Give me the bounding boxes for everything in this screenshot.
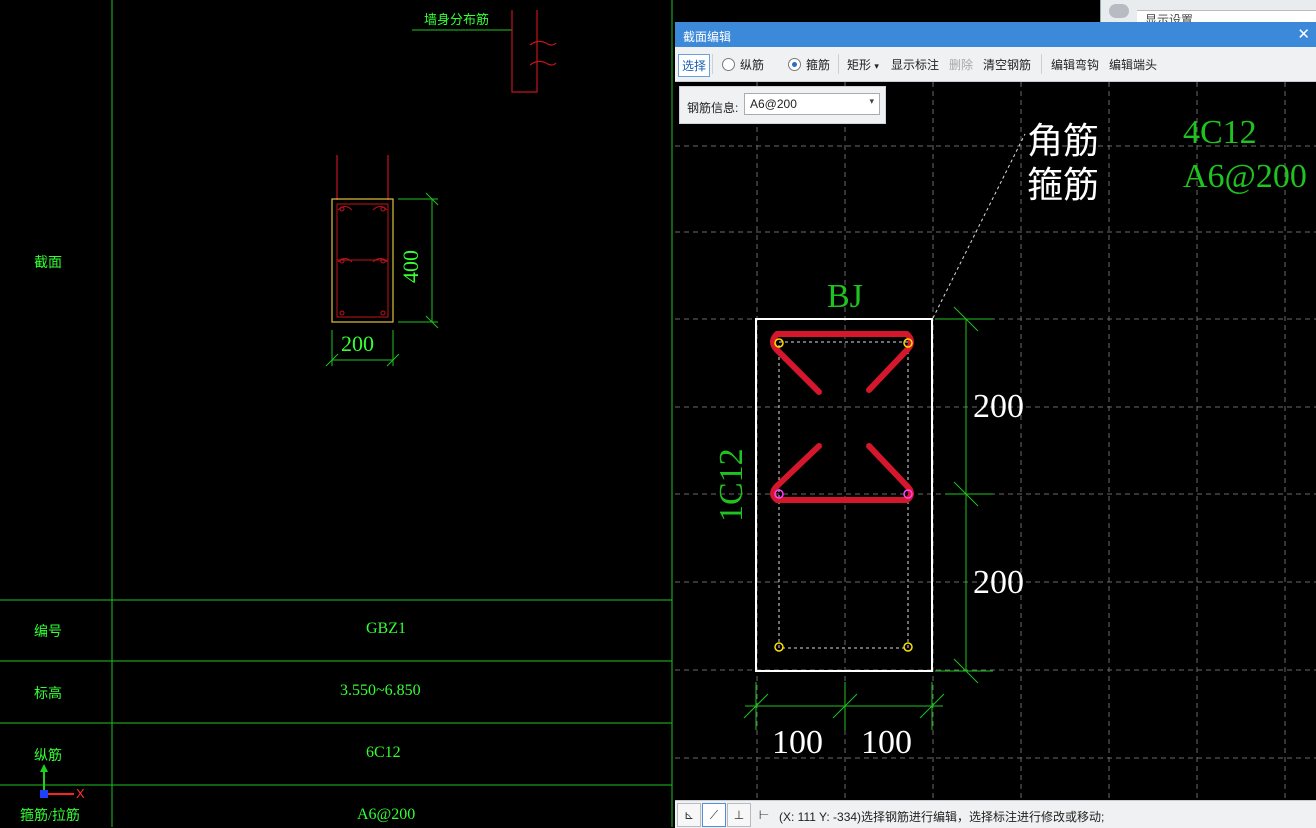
rebar-info-value: A6@200 bbox=[750, 97, 797, 111]
delete-button[interactable]: 删除 bbox=[949, 56, 973, 73]
rebar-info-label: 钢筋信息: bbox=[687, 101, 739, 115]
section-edit-dialog: 截面编辑 ✕ 选择 纵筋 箍筋 矩形 ▾ 显示标注 删除 清空钢筋 编辑弯钩 编… bbox=[675, 22, 1316, 828]
corner-bar-value[interactable]: 4C12 bbox=[1183, 114, 1257, 152]
chevron-down-icon: ▾ bbox=[869, 96, 874, 106]
stirrup-radio[interactable]: 箍筋 bbox=[788, 56, 830, 73]
toolbar-separator bbox=[838, 54, 839, 74]
show-annotation-button[interactable]: 显示标注 bbox=[891, 56, 939, 73]
clear-rebar-button[interactable]: 清空钢筋 bbox=[983, 56, 1031, 73]
shape-dropdown-label: 矩形 bbox=[847, 58, 872, 72]
display-settings-panel[interactable]: 显示设置 bbox=[1100, 0, 1316, 23]
rebar-info-select[interactable]: A6@200 ▾ bbox=[744, 93, 880, 115]
table-row-label-elevation: 标高 bbox=[34, 687, 62, 702]
dim-left-label[interactable]: 100 bbox=[772, 724, 823, 762]
orthogonal-icon[interactable]: ⊾ bbox=[677, 803, 701, 827]
shape-dropdown[interactable]: 矩形 ▾ bbox=[847, 56, 879, 73]
table-row-value-longitudinal: 6C12 bbox=[366, 744, 401, 761]
stirrup-label: 箍筋 bbox=[1027, 165, 1100, 205]
cad-drawing-area[interactable]: 墙身分布筋 截面 400 200 编号 GBZ1 标高 3.550~6.850 … bbox=[0, 0, 675, 827]
dimension-icon[interactable]: ⊢ bbox=[752, 803, 776, 827]
stirrup-value[interactable]: A6@200 bbox=[1183, 158, 1307, 196]
section-label: 截面 bbox=[34, 256, 62, 271]
edit-hook-button[interactable]: 编辑弯钩 bbox=[1051, 56, 1099, 73]
dialog-title: 截面编辑 bbox=[683, 30, 732, 44]
radio-icon bbox=[722, 58, 735, 71]
status-text: (X: 111 Y: -334)选择钢筋进行编辑，选择标注进行修改或移动; bbox=[779, 810, 1105, 824]
section-height-dim: 400 bbox=[398, 250, 423, 283]
table-row-value-stirrup: A6@200 bbox=[357, 806, 416, 823]
dialog-toolbar: 选择 纵筋 箍筋 矩形 ▾ 显示标注 删除 清空钢筋 编辑弯钩 编辑端头 bbox=[675, 47, 1316, 82]
snap-line-icon[interactable]: ⟋ bbox=[702, 803, 726, 827]
select-button[interactable]: 选择 bbox=[678, 54, 711, 77]
axis-x-label: X bbox=[76, 786, 85, 801]
table-row-label-longitudinal: 纵筋 bbox=[34, 749, 62, 764]
dim-right-label[interactable]: 100 bbox=[861, 724, 912, 762]
radio-checked-icon bbox=[788, 58, 801, 71]
dim-upper-label[interactable]: 200 bbox=[973, 388, 1024, 426]
chevron-down-icon: ▾ bbox=[874, 61, 879, 71]
table-row-value-elevation: 3.550~6.850 bbox=[340, 682, 421, 699]
edit-end-button[interactable]: 编辑端头 bbox=[1109, 56, 1157, 73]
table-row-label-stirrup: 箍筋/拉筋 bbox=[20, 809, 80, 824]
rebar-info-panel: 钢筋信息: A6@200 ▾ bbox=[679, 86, 886, 124]
dialog-title-bar[interactable]: 截面编辑 ✕ bbox=[675, 22, 1316, 47]
table-row-label-id: 编号 bbox=[34, 625, 62, 640]
section-width-dim: 200 bbox=[341, 331, 374, 356]
perpendicular-icon[interactable]: ⊥ bbox=[727, 803, 751, 827]
cad-drawing-lines bbox=[0, 0, 673, 827]
section-canvas[interactable]: 钢筋信息: A6@200 ▾ 角筋 4C12 箍筋 A6@200 BJ 1C12… bbox=[675, 82, 1316, 800]
close-icon[interactable]: ✕ bbox=[1297, 25, 1310, 43]
toolbar-separator bbox=[1041, 54, 1042, 74]
longitudinal-radio[interactable]: 纵筋 bbox=[722, 56, 764, 73]
longitudinal-radio-label: 纵筋 bbox=[740, 58, 765, 72]
dim-lower-label[interactable]: 200 bbox=[973, 564, 1024, 602]
toolbar-separator bbox=[712, 54, 713, 74]
wall-distribution-label: 墙身分布筋 bbox=[424, 12, 490, 27]
panel-handle-icon[interactable] bbox=[1109, 4, 1129, 18]
dialog-statusbar: ⊾ ⟋ ⊥ ⊢ (X: 111 Y: -334)选择钢筋进行编辑，选择标注进行修… bbox=[675, 800, 1316, 828]
table-row-value-id: GBZ1 bbox=[366, 620, 406, 637]
side-bar-label[interactable]: 1C12 bbox=[713, 448, 751, 522]
stirrup-radio-label: 箍筋 bbox=[806, 58, 831, 72]
section-name-label[interactable]: BJ bbox=[827, 278, 863, 316]
